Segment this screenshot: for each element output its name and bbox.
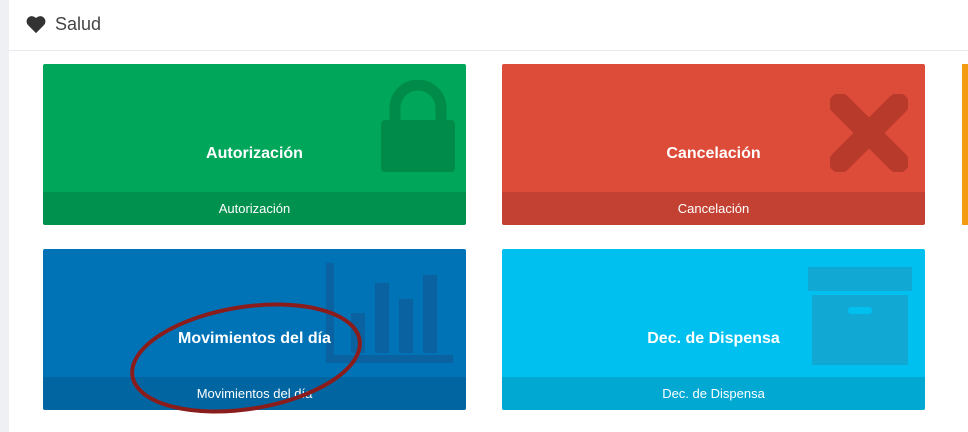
- tile-cancelacion[interactable]: Cancelación Cancelación: [502, 64, 925, 225]
- tile-dec-de-dispensa[interactable]: Dec. de Dispensa Dec. de Dispensa: [502, 249, 925, 410]
- tile-autorizacion[interactable]: Autorización Autorización: [43, 64, 466, 225]
- tile-title: Movimientos del día: [178, 330, 331, 347]
- tile-footer-link[interactable]: Autorización: [43, 192, 466, 225]
- heart-icon: [26, 16, 46, 34]
- section-header: Salud: [9, 0, 968, 51]
- tile-movimientos-del-dia[interactable]: Movimientos del día Movimientos del día: [43, 249, 466, 410]
- tile-footer-link[interactable]: Movimientos del día: [43, 377, 466, 410]
- left-rule: [0, 0, 9, 432]
- tile-title: Autorización: [206, 145, 303, 162]
- tile-title: Cancelación: [666, 145, 761, 162]
- tile-title: Dec. de Dispensa: [647, 330, 780, 347]
- bar-chart-icon: [326, 263, 453, 363]
- tile-footer-link[interactable]: Cancelación: [502, 192, 925, 225]
- section-title: Salud: [55, 14, 102, 34]
- tile-footer-link[interactable]: Dec. de Dispensa: [502, 377, 925, 410]
- partial-tile-orange[interactable]: [962, 64, 968, 225]
- archive-box-icon: [808, 267, 912, 365]
